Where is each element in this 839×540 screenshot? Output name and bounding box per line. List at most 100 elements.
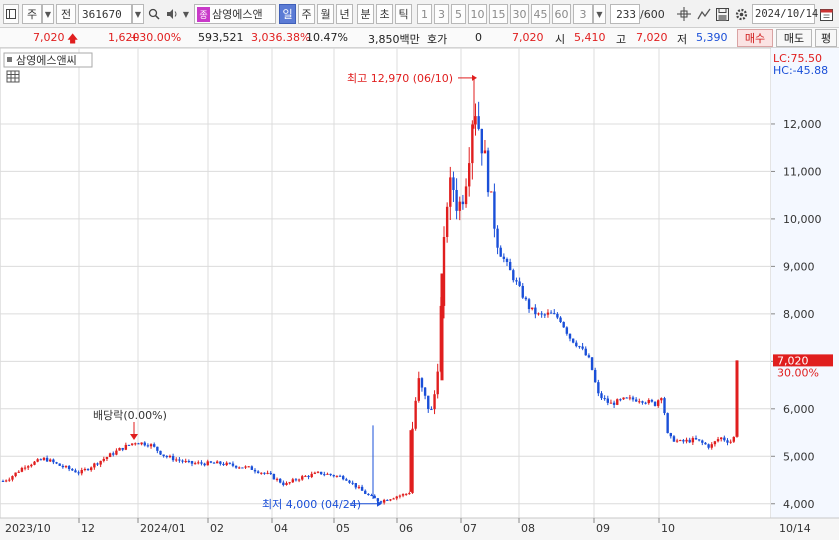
candlestick-chart[interactable]: 최고 12,970 (06/10) 최저 4,000 (04/24) 배당락(0.0…: [0, 47, 839, 540]
candle-body: [99, 460, 102, 465]
candle-body: [23, 467, 27, 469]
speaker-icon[interactable]: [164, 4, 180, 24]
candle-body: [657, 400, 660, 406]
interval-3-button[interactable]: 3: [434, 4, 449, 24]
candle-body: [130, 443, 134, 445]
candle-body: [285, 482, 288, 486]
candle-body: [301, 476, 304, 480]
market-dropdown-icon[interactable]: ▼: [42, 4, 54, 24]
candle-body: [401, 494, 405, 496]
candle-body: [543, 314, 546, 316]
candle-body: [238, 467, 241, 469]
time-axis[interactable]: [0, 518, 839, 540]
x-tick-label: 04: [274, 522, 288, 535]
candle-body: [584, 348, 587, 356]
interval-custom-input[interactable]: 3: [573, 4, 593, 24]
candle-body: [49, 459, 52, 462]
hoga-label: 호가: [427, 33, 448, 46]
candle-body: [382, 499, 386, 503]
drawing-tool-icon[interactable]: [695, 4, 713, 24]
candle-body: [52, 459, 55, 463]
candle-body: [351, 482, 354, 484]
speaker-dropdown-icon[interactable]: ▼: [181, 4, 191, 24]
candle-body: [253, 469, 257, 472]
candle-body: [716, 439, 720, 442]
price-chart[interactable]: 최고 12,970 (06/10) 최저 4,000 (04/24) 배당락(0.0…: [0, 47, 839, 540]
table-icon[interactable]: [6, 70, 20, 83]
candle-body: [58, 463, 61, 466]
period-year-button[interactable]: 년: [336, 4, 353, 24]
calendar-icon[interactable]: [817, 4, 835, 24]
candle-body: [200, 462, 203, 464]
candle-body: [231, 463, 235, 466]
candle-body: [452, 177, 455, 190]
candle-body: [531, 307, 534, 310]
candle-body: [726, 440, 729, 443]
candle-body: [209, 461, 213, 463]
interval-10-button[interactable]: 10: [468, 4, 487, 24]
gear-icon[interactable]: [732, 4, 750, 24]
candle-body: [8, 479, 11, 481]
candle-body: [663, 398, 666, 414]
candle-body: [105, 457, 109, 459]
candle-body: [392, 498, 395, 500]
candle-body: [612, 402, 616, 405]
interval-45-button[interactable]: 45: [531, 4, 550, 24]
candle-body: [335, 475, 339, 477]
candle-body: [206, 461, 209, 466]
candle-body: [20, 467, 24, 472]
candle-body: [102, 458, 105, 461]
period-second-button[interactable]: 초: [376, 4, 393, 24]
candle-body: [272, 473, 276, 480]
interval-1-button[interactable]: 1: [417, 4, 432, 24]
candle-body: [241, 467, 244, 469]
candle-body: [594, 369, 597, 383]
period-month-button[interactable]: 월: [317, 4, 334, 24]
candle-body: [250, 466, 254, 470]
count-input[interactable]: 233: [610, 4, 640, 24]
candle-body: [502, 256, 506, 259]
candle-body: [269, 472, 272, 474]
interval-60-button[interactable]: 60: [552, 4, 571, 24]
period-minute-button[interactable]: 분: [357, 4, 374, 24]
candle-body: [578, 346, 581, 348]
stock-code-input[interactable]: 361670: [78, 4, 132, 24]
volume: 593,521: [198, 31, 244, 44]
candle-body: [77, 472, 80, 474]
stock-name-field[interactable]: 종 삼영에스앤: [194, 4, 276, 24]
buy-button[interactable]: 매수: [737, 29, 773, 47]
period-week-button[interactable]: 주: [298, 4, 315, 24]
code-dropdown-icon[interactable]: ▼: [132, 4, 144, 24]
candle-body: [672, 436, 676, 442]
interval-5-button[interactable]: 5: [451, 4, 466, 24]
candle-body: [458, 201, 461, 211]
period-tick-button[interactable]: 틱: [395, 4, 412, 24]
candle-body: [440, 273, 444, 381]
candle-body: [329, 473, 332, 476]
interval-dropdown-icon[interactable]: ▼: [593, 4, 606, 24]
candle-body: [713, 441, 717, 445]
layout-icon[interactable]: [3, 4, 19, 24]
evaluate-button[interactable]: 평: [815, 29, 837, 47]
sell-button[interactable]: 매도: [776, 29, 812, 47]
interval-30-button[interactable]: 30: [510, 4, 529, 24]
interval-15-button[interactable]: 15: [489, 4, 508, 24]
search-icon[interactable]: [146, 4, 162, 24]
candle-body: [74, 470, 77, 473]
crosshair-icon[interactable]: [675, 4, 693, 24]
candle-body: [326, 473, 329, 475]
save-icon[interactable]: [713, 4, 731, 24]
date-input[interactable]: 2024/10/14: [752, 4, 818, 24]
candle-body: [597, 382, 600, 394]
candle-body: [118, 447, 121, 451]
candle-body: [694, 438, 698, 440]
candle-body: [36, 459, 39, 462]
all-toggle-button[interactable]: 전: [56, 4, 76, 24]
x-tick-label: 07: [463, 522, 477, 535]
candle-body: [515, 280, 518, 282]
period-day-button[interactable]: 일: [279, 4, 296, 24]
candle-body: [483, 150, 487, 154]
candle-body: [4, 480, 8, 482]
market-select[interactable]: 주: [22, 4, 42, 24]
candle-body: [45, 457, 49, 462]
